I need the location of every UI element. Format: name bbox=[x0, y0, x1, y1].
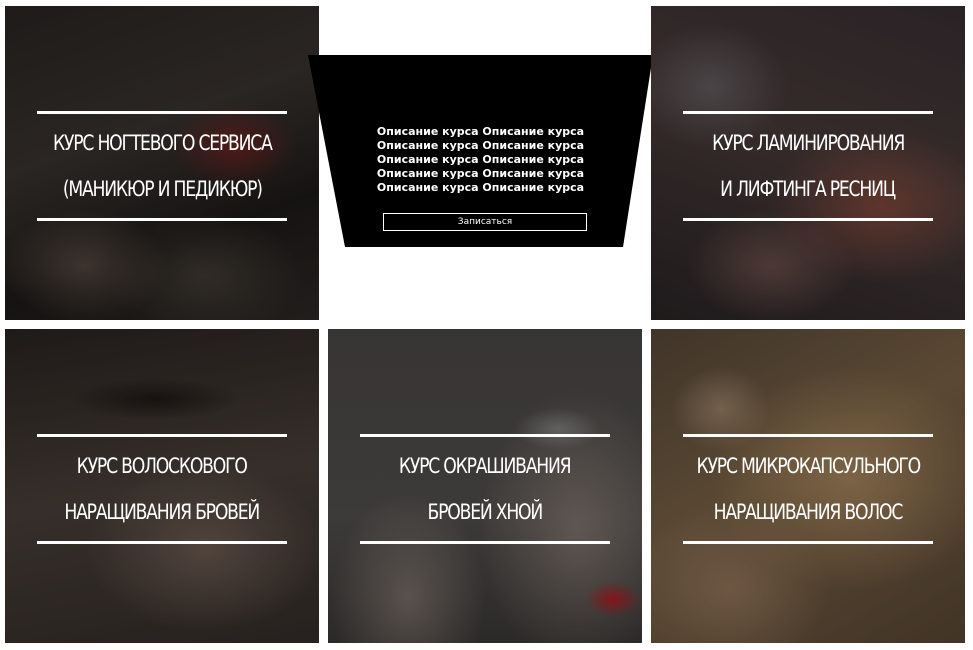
course-tile-henna-brows[interactable]: КУРС ОКРАШИВАНИЯ БРОВЕЙ ХНОЙ bbox=[328, 329, 642, 643]
course-title-line2: НАРАЩИВАНИЯ БРОВЕЙ bbox=[64, 500, 261, 524]
description-line: Описание курса Описание курса bbox=[376, 125, 585, 138]
course-title-line1: КУРС НОГТЕВОГО СЕРВИСА bbox=[52, 131, 273, 155]
courses-grid-page: КУРС НОГТЕВОГО СЕРВИСА (МАНИКЮР И ПЕДИКЮ… bbox=[0, 0, 973, 650]
course-tile-nail-service[interactable]: КУРС НОГТЕВОГО СЕРВИСА (МАНИКЮР И ПЕДИКЮ… bbox=[5, 6, 319, 320]
course-title-line2: И ЛИФТИНГА РЕСНИЦ bbox=[720, 177, 897, 201]
description-line: Описание курса Описание курса bbox=[376, 181, 585, 194]
course-title-line1: КУРС МИКРОКАПСУЛЬНОГО bbox=[696, 454, 921, 478]
course-title-line2: БРОВЕЙ ХНОЙ bbox=[427, 500, 544, 524]
signup-button[interactable]: Записаться bbox=[383, 213, 587, 231]
course-tile-lash-lamination[interactable]: КУРС ЛАМИНИРОВАНИЯ И ЛИФТИНГА РЕСНИЦ bbox=[651, 6, 965, 320]
course-title-line1: КУРС ОКРАШИВАНИЯ bbox=[399, 454, 572, 478]
description-line: Описание курса Описание курса bbox=[376, 153, 585, 166]
course-caption: КУРС ОКРАШИВАНИЯ БРОВЕЙ ХНОЙ bbox=[360, 434, 610, 544]
course-caption: КУРС ВОЛОСКОВОГО НАРАЩИВАНИЯ БРОВЕЙ bbox=[37, 434, 287, 544]
description-line: Описание курса Описание курса bbox=[376, 139, 585, 152]
course-description-text: Описание курса Описание курса Описание к… bbox=[308, 125, 653, 195]
course-tile-hair-extension[interactable]: КУРС МИКРОКАПСУЛЬНОГО НАРАЩИВАНИЯ ВОЛОС bbox=[651, 329, 965, 643]
description-line: Описание курса Описание курса bbox=[376, 167, 585, 180]
course-description-panel: Описание курса Описание курса Описание к… bbox=[308, 55, 653, 247]
course-title-line1: КУРС ЛАМИНИРОВАНИЯ bbox=[711, 131, 905, 155]
course-caption: КУРС ЛАМИНИРОВАНИЯ И ЛИФТИНГА РЕСНИЦ bbox=[683, 111, 933, 221]
course-caption: КУРС НОГТЕВОГО СЕРВИСА (МАНИКЮР И ПЕДИКЮ… bbox=[37, 111, 287, 221]
course-tile-brow-extension[interactable]: КУРС ВОЛОСКОВОГО НАРАЩИВАНИЯ БРОВЕЙ bbox=[5, 329, 319, 643]
course-title-line2: (МАНИКЮР И ПЕДИКЮР) bbox=[62, 177, 263, 201]
course-caption: КУРС МИКРОКАПСУЛЬНОГО НАРАЩИВАНИЯ ВОЛОС bbox=[683, 434, 933, 544]
course-title-line2: НАРАЩИВАНИЯ ВОЛОС bbox=[713, 500, 904, 524]
course-title-line1: КУРС ВОЛОСКОВОГО bbox=[76, 454, 248, 478]
